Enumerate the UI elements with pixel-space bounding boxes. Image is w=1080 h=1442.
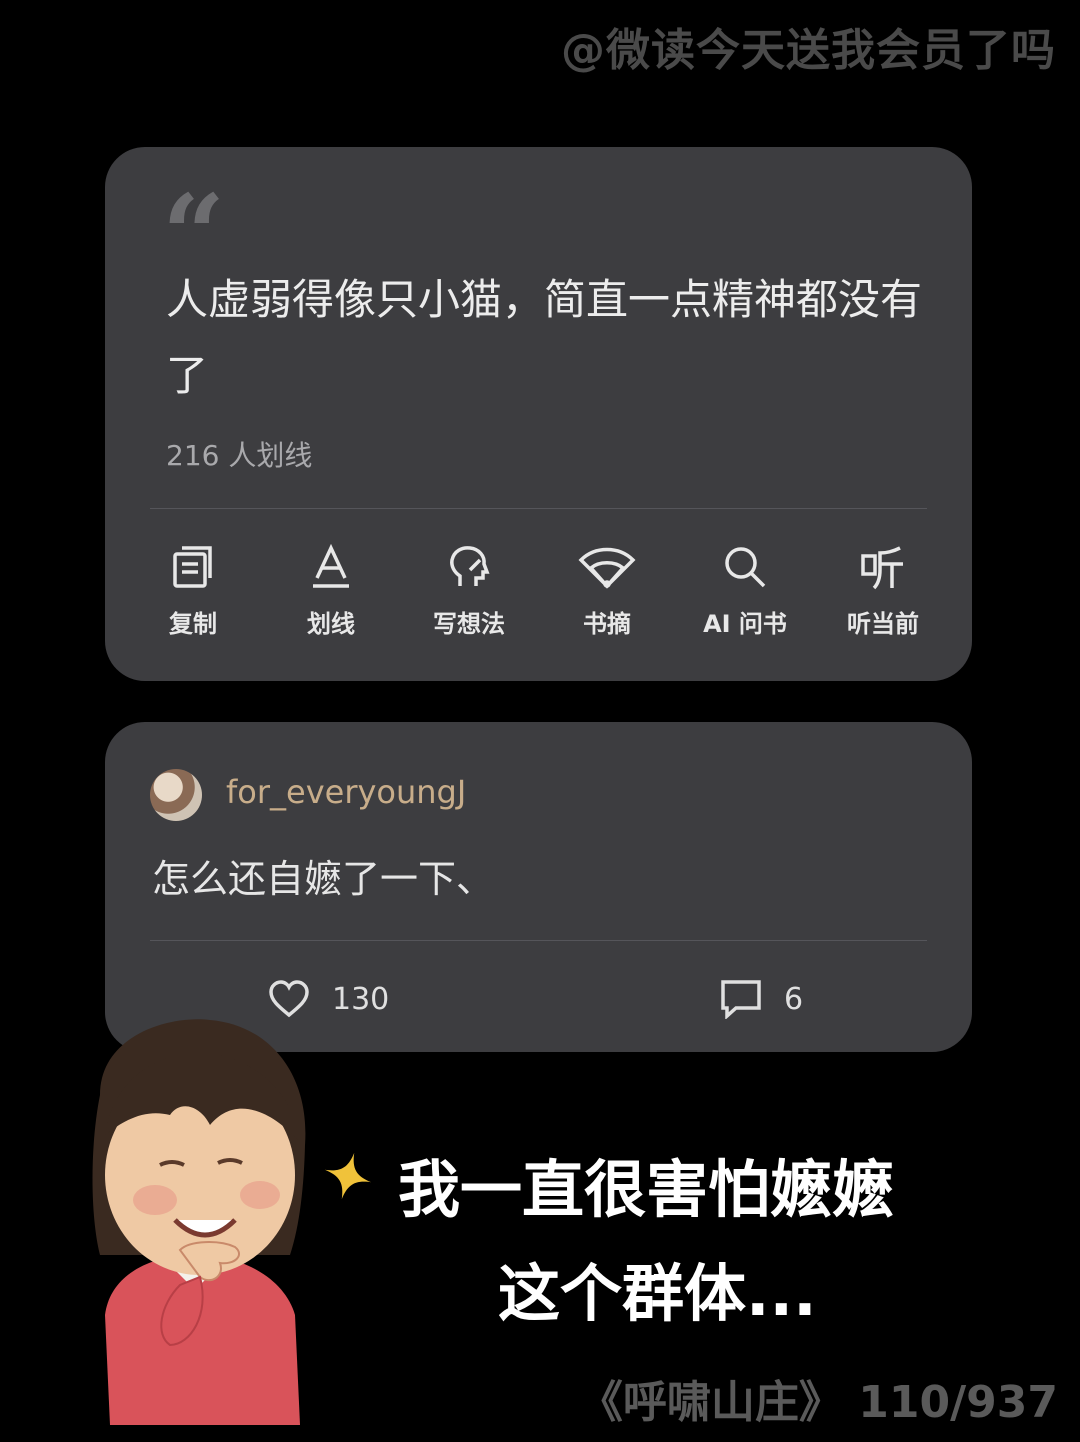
caption-line-2: 这个群体...: [498, 1257, 817, 1330]
highlight-count[interactable]: 216 人划线: [166, 434, 312, 474]
action-bar: 复制 划线 写想法 书摘 AI 问书 听当前: [124, 540, 954, 650]
divider: [150, 508, 927, 509]
write-thought-label: 写想法: [433, 610, 505, 638]
search-icon: [725, 547, 766, 588]
excerpt-button[interactable]: 书摘: [538, 540, 676, 650]
write-thought-button[interactable]: 写想法: [400, 540, 538, 650]
copy-label: 复制: [169, 610, 217, 638]
book-progress-footer: 《呼啸山庄》 110/937: [578, 1377, 1058, 1428]
copy-icon: [173, 546, 212, 588]
caption-line-1: 我一直很害怕嬷嬷: [398, 1153, 895, 1226]
watermark-handle: @微读今天送我会员了吗: [561, 25, 1056, 76]
listen-label: 听当前: [847, 610, 919, 638]
thinking-girl-sticker: [92, 1019, 306, 1425]
reply-count: 6: [784, 981, 804, 1017]
copy-button[interactable]: 复制: [124, 540, 262, 650]
caption: 我一直很害怕嬷嬷 这个群体...: [398, 1138, 894, 1346]
thought-icon: [450, 546, 490, 586]
ai-ask-button[interactable]: AI 问书: [676, 540, 814, 650]
sparkle-icon: [324, 1152, 372, 1200]
fan-icon: [578, 547, 636, 589]
excerpt-label: 书摘: [583, 610, 631, 638]
ai-ask-label: AI 问书: [703, 610, 787, 638]
quote-text[interactable]: 人虚弱得像只小猫，简直一点精神都没有了: [166, 262, 926, 414]
like-count: 130: [332, 981, 390, 1017]
comment-icon: [721, 980, 761, 1019]
avatar[interactable]: [150, 769, 202, 821]
comment-text: 怎么还自嬷了一下、: [152, 857, 495, 901]
underline-icon: [313, 544, 349, 588]
comment-username[interactable]: for_everyoungJ: [226, 773, 466, 811]
underline-button[interactable]: 划线: [262, 540, 400, 650]
divider: [150, 940, 927, 941]
underline-label: 划线: [307, 610, 355, 638]
heart-icon: [269, 980, 309, 1018]
reply-button[interactable]: 6: [720, 975, 803, 1023]
listen-button[interactable]: 听当前: [814, 540, 952, 650]
listen-icon: [861, 546, 903, 590]
